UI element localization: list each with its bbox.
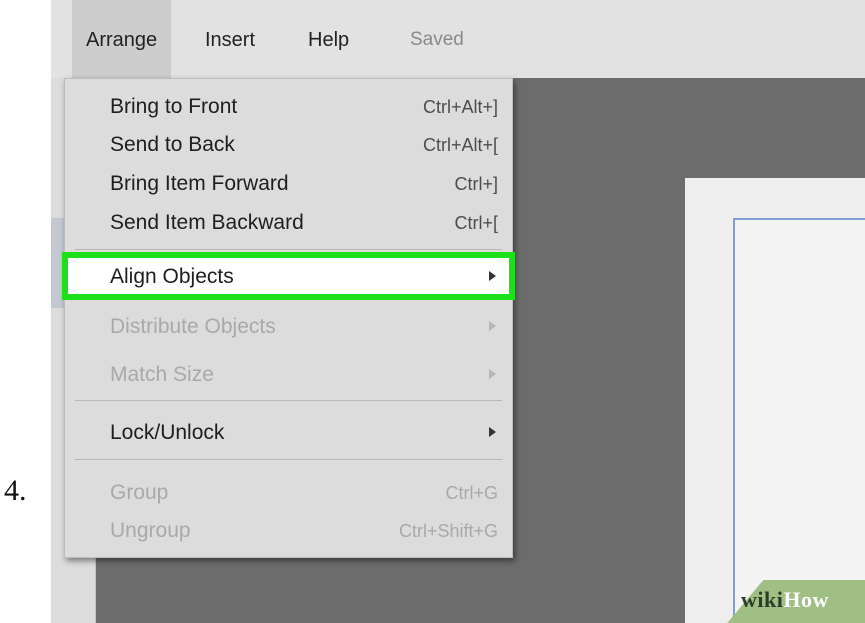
page-content-frame[interactable] [733, 218, 865, 623]
menu-item-ungroup: Ungroup Ctrl+Shift+G [65, 511, 512, 549]
menu-item-shortcut: Ctrl+G [445, 483, 498, 503]
menu-item-label: Lock/Unlock [110, 421, 225, 444]
menu-item-label: Send Item Backward [110, 211, 304, 234]
menu-item-lock-unlock[interactable]: Lock/Unlock [65, 413, 512, 451]
menu-item-shortcut: Ctrl+Shift+G [398, 521, 498, 541]
menu-item-label: Group [110, 481, 169, 504]
menu-item-label: Distribute Objects [110, 315, 276, 338]
menu-arrange[interactable]: Arrange [72, 0, 172, 78]
menu-item-label: Send to Back [110, 133, 235, 156]
menu-item-label: Match Size [110, 363, 214, 386]
arrange-dropdown-menu: Bring to Front Ctrl+Alt+] Send to Back C… [62, 78, 515, 558]
menu-item-shortcut: Ctrl+] [454, 174, 498, 194]
step-number: 4. [4, 474, 27, 507]
menu-divider [75, 249, 502, 250]
saved-status: Saved [410, 29, 464, 50]
document-page[interactable] [685, 178, 865, 623]
menu-divider [75, 459, 502, 460]
menu-item-label: Ungroup [110, 519, 191, 542]
menu-item-align-objects[interactable]: Align Objects [62, 252, 515, 300]
menu-item-send-to-back[interactable]: Send to Back Ctrl+Alt+[ [65, 125, 512, 163]
menu-item-bring-to-front[interactable]: Bring to Front Ctrl+Alt+] [65, 87, 512, 125]
watermark-how: How [783, 587, 829, 612]
menu-item-label: Bring to Front [110, 95, 238, 118]
submenu-arrow-icon [489, 271, 496, 281]
menu-item-match-size: Match Size [65, 355, 512, 393]
menu-item-shortcut: Ctrl+[ [454, 213, 498, 233]
menu-help[interactable]: Help [294, 0, 363, 78]
menu-divider [75, 400, 502, 401]
menu-insert[interactable]: Insert [191, 0, 269, 78]
watermark-logo: wikiHow [741, 587, 829, 613]
watermark-wiki: wiki [741, 587, 784, 612]
menu-item-group: Group Ctrl+G [65, 473, 512, 511]
menu-item-distribute-objects: Distribute Objects [65, 313, 512, 339]
menu-item-label: Align Objects [110, 265, 234, 288]
submenu-arrow-icon [489, 369, 496, 379]
submenu-arrow-icon [489, 427, 496, 437]
menu-item-bring-item-forward[interactable]: Bring Item Forward Ctrl+] [65, 164, 512, 202]
menu-item-shortcut: Ctrl+Alt+] [422, 97, 498, 117]
menu-bar: Arrange Insert Help Saved [51, 0, 865, 79]
menu-item-label: Bring Item Forward [110, 172, 289, 195]
submenu-arrow-icon [489, 321, 496, 331]
menu-item-shortcut: Ctrl+Alt+[ [422, 135, 498, 155]
menu-item-send-item-backward[interactable]: Send Item Backward Ctrl+[ [65, 203, 512, 241]
app-screenshot: Arrange Insert Help Saved wikiHow Bring … [51, 0, 865, 623]
